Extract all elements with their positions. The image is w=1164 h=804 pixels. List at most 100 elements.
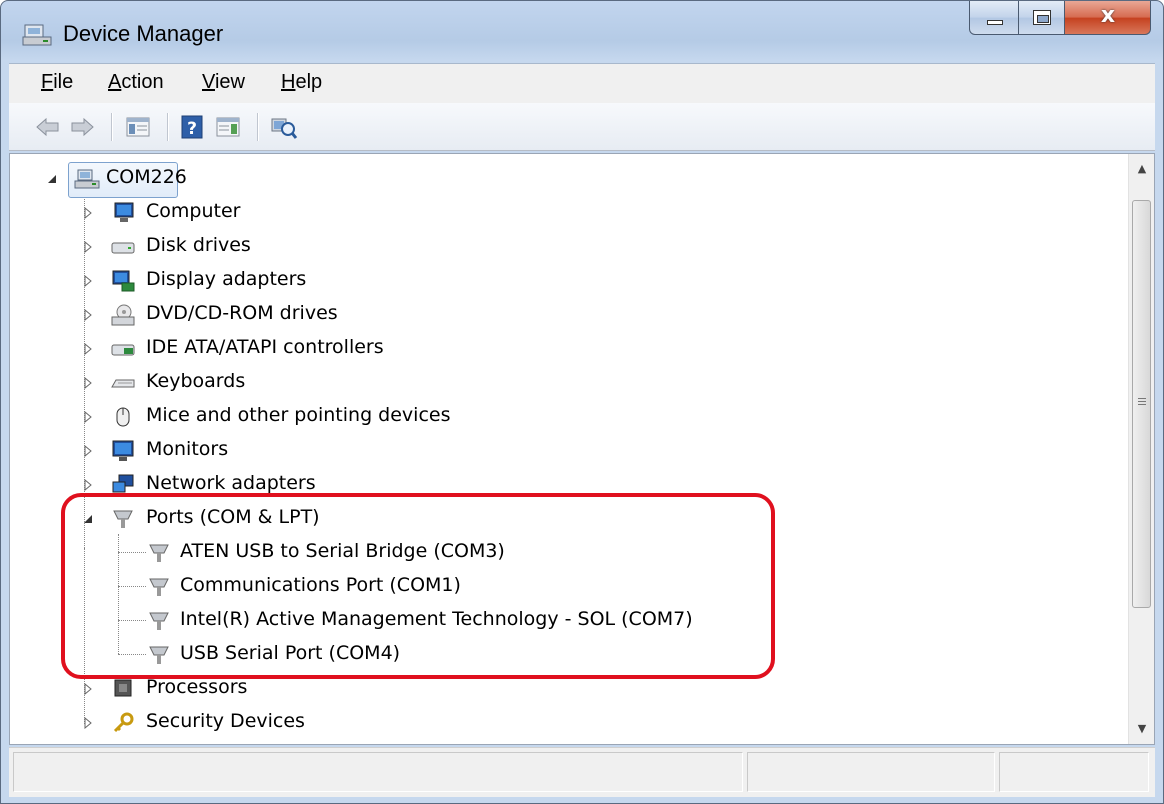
key-icon — [113, 712, 134, 733]
menu-file[interactable]: File — [41, 71, 73, 94]
forward-arrow-icon[interactable] — [69, 113, 95, 141]
expand-arrow-icon[interactable] — [82, 411, 94, 423]
expand-arrow-icon[interactable] — [82, 343, 94, 355]
toolbar-separator — [111, 113, 112, 141]
expand-arrow-icon[interactable] — [82, 241, 94, 253]
collapse-arrow-icon[interactable] — [46, 173, 58, 185]
status-pane-tertiary — [999, 752, 1149, 792]
tree-item-port[interactable]: ATEN USB to Serial Bridge (COM3) — [10, 536, 1110, 570]
computer-root-icon — [74, 169, 100, 189]
window-title: Device Manager — [63, 21, 224, 46]
collapse-arrow-icon[interactable] — [82, 513, 94, 525]
ide-controller-icon — [111, 344, 135, 356]
device-manager-window: Device Manager x File Action View Help ? — [0, 0, 1164, 804]
port-connector-icon — [149, 578, 169, 596]
tree-root-node[interactable]: COM226 — [10, 162, 1110, 198]
back-arrow-icon[interactable] — [35, 113, 61, 141]
close-button[interactable]: x — [1065, 1, 1151, 35]
scrollbar-grip-icon — [1138, 398, 1146, 405]
tree-item-label: Ports (COM & LPT) — [146, 506, 320, 528]
expand-arrow-icon[interactable] — [82, 207, 94, 219]
tree-item-label: Network adapters — [146, 472, 316, 494]
tree-item-label: Communications Port (COM1) — [180, 574, 461, 596]
dvd-drive-icon — [111, 304, 135, 326]
keyboard-icon — [111, 379, 135, 388]
show-hide-console-tree-icon[interactable] — [123, 113, 153, 141]
tree-item-label: Computer — [146, 200, 241, 222]
disk-drive-icon — [111, 242, 135, 254]
tree-item-label: DVD/CD-ROM drives — [146, 302, 338, 324]
scroll-down-button[interactable]: ▼ — [1129, 714, 1154, 744]
menu-view[interactable]: View — [202, 71, 245, 94]
expand-arrow-icon[interactable] — [82, 445, 94, 457]
minimize-button[interactable] — [969, 1, 1019, 35]
expand-arrow-icon[interactable] — [82, 717, 94, 729]
window-controls: x — [969, 1, 1151, 35]
status-pane-secondary — [747, 752, 995, 792]
tree-item-port[interactable]: Intel(R) Active Management Technology - … — [10, 604, 1110, 638]
close-icon: x — [1100, 3, 1116, 28]
menu-action[interactable]: Action — [108, 71, 164, 94]
tree-item-label: Display adapters — [146, 268, 307, 290]
vertical-scrollbar[interactable]: ▲ ▼ — [1128, 154, 1154, 744]
computer-icon — [114, 202, 134, 222]
port-connector-icon — [149, 544, 169, 562]
tree-item-disk-drives[interactable]: Disk drives — [10, 230, 1110, 264]
processor-icon — [114, 679, 132, 697]
device-tree-pane: COM226 Computer Disk drives Display adap… — [9, 153, 1155, 745]
port-connector-icon — [149, 646, 169, 664]
expand-arrow-icon[interactable] — [82, 309, 94, 321]
minimize-icon — [987, 20, 1003, 25]
menu-help[interactable]: Help — [281, 71, 322, 94]
tree-item-mice[interactable]: Mice and other pointing devices — [10, 400, 1110, 434]
svg-text:?: ? — [187, 119, 197, 139]
toolbar: ? — [9, 103, 1155, 151]
status-pane-main — [13, 752, 743, 792]
tree-item-security-devices[interactable]: Security Devices — [10, 706, 1110, 740]
expand-arrow-icon[interactable] — [82, 275, 94, 287]
expand-arrow-icon[interactable] — [82, 377, 94, 389]
maximize-icon — [1033, 10, 1051, 25]
tree-item-label: Monitors — [146, 438, 229, 460]
display-adapter-icon — [112, 270, 135, 292]
tree-item-port[interactable]: USB Serial Port (COM4) — [10, 638, 1110, 672]
tree-item-ports[interactable]: Ports (COM & LPT) — [10, 502, 1110, 536]
tree-item-ide-controllers[interactable]: IDE ATA/ATAPI controllers — [10, 332, 1110, 366]
help-icon[interactable]: ? — [179, 113, 205, 141]
tree-item-processors[interactable]: Processors — [10, 672, 1110, 706]
tree-item-keyboards[interactable]: Keyboards — [10, 366, 1110, 400]
toolbar-separator — [167, 113, 168, 141]
expand-arrow-icon[interactable] — [82, 479, 94, 491]
tree-item-network-adapters[interactable]: Network adapters — [10, 468, 1110, 502]
tree-item-label: USB Serial Port (COM4) — [180, 642, 401, 664]
tree-item-label: Mice and other pointing devices — [146, 404, 451, 426]
tree-item-label: Intel(R) Active Management Technology - … — [180, 608, 693, 630]
tree-root-label: COM226 — [106, 166, 187, 188]
device-manager-app-icon — [22, 24, 52, 46]
device-tree: COM226 Computer Disk drives Display adap… — [10, 154, 1128, 744]
port-connector-icon — [113, 510, 133, 528]
tree-item-computer[interactable]: Computer — [10, 196, 1110, 230]
title-bar[interactable]: Device Manager x — [1, 1, 1163, 61]
status-bar — [9, 747, 1155, 797]
monitor-icon — [112, 440, 134, 461]
properties-pane-icon[interactable] — [213, 113, 243, 141]
tree-item-monitors[interactable]: Monitors — [10, 434, 1110, 468]
tree-item-display-adapters[interactable]: Display adapters — [10, 264, 1110, 298]
tree-item-label: IDE ATA/ATAPI controllers — [146, 336, 384, 358]
scrollbar-thumb[interactable] — [1132, 200, 1151, 608]
tree-item-label: Disk drives — [146, 234, 251, 256]
tree-item-dvd-drives[interactable]: DVD/CD-ROM drives — [10, 298, 1110, 332]
scroll-up-button[interactable]: ▲ — [1129, 154, 1154, 184]
maximize-button[interactable] — [1019, 1, 1065, 35]
port-connector-icon — [149, 612, 169, 630]
scan-hardware-changes-icon[interactable] — [269, 113, 299, 141]
toolbar-separator — [257, 113, 258, 141]
mouse-icon — [116, 407, 130, 427]
tree-item-label: ATEN USB to Serial Bridge (COM3) — [180, 540, 505, 562]
tree-item-label: Keyboards — [146, 370, 246, 392]
expand-arrow-icon[interactable] — [82, 683, 94, 695]
tree-item-label: Security Devices — [146, 710, 305, 732]
tree-item-label: Processors — [146, 676, 248, 698]
tree-item-port[interactable]: Communications Port (COM1) — [10, 570, 1110, 604]
